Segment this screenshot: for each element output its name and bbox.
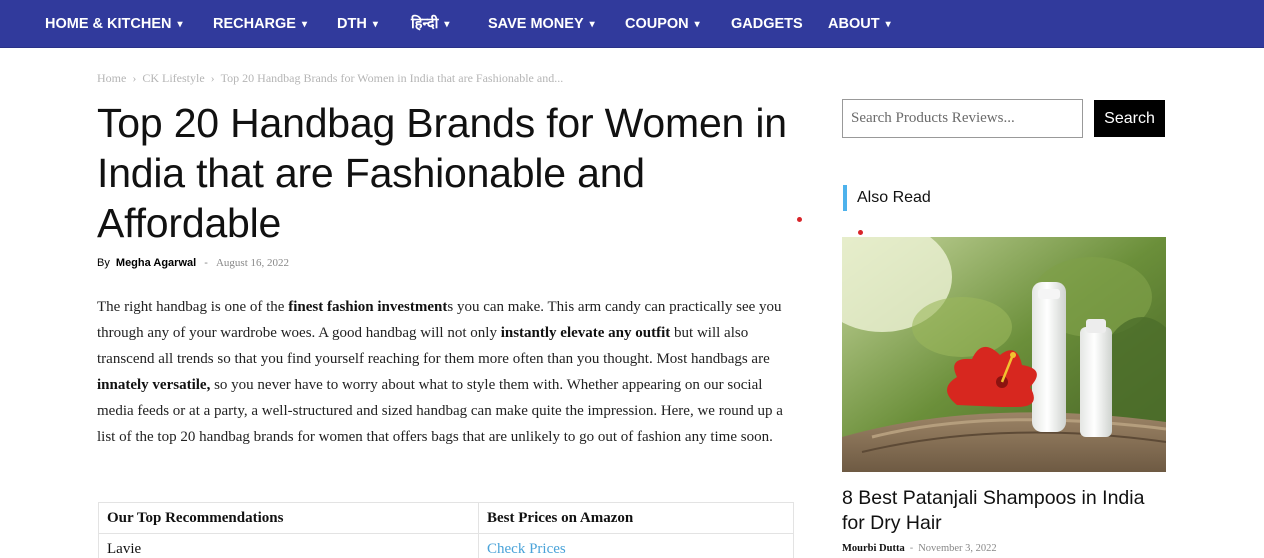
recommendations-table: Our Top Recommendations Best Prices on A…: [98, 502, 794, 558]
article-meta: By Megha Agarwal - August 16, 2022: [97, 257, 289, 269]
nav-item-coupon[interactable]: COUPON ▾: [625, 0, 700, 48]
nav-item-label: COUPON: [625, 16, 689, 32]
intro-bold-text: finest fashion investment: [288, 299, 448, 315]
intro-bold-text: innately versatile,: [97, 377, 211, 393]
breadcrumb-home-link[interactable]: Home: [97, 71, 126, 85]
nav-item-label: ABOUT: [828, 16, 880, 32]
page-title: Top 20 Handbag Brands for Women in India…: [97, 100, 787, 246]
chevron-down-icon: ▾: [694, 19, 700, 30]
table-header-row: Our Top Recommendations Best Prices on A…: [98, 502, 794, 534]
intro-text: The right handbag is one of the: [97, 299, 289, 315]
by-label: By: [97, 257, 110, 269]
nav-item-label: DTH: [337, 16, 367, 32]
nav-item-gadgets[interactable]: GADGETS: [731, 0, 803, 48]
table-row: Lavie Check Prices: [98, 533, 794, 558]
table-header-recommendations: Our Top Recommendations: [98, 502, 479, 534]
intro-bold-text: instantly elevate any outfit: [500, 325, 671, 341]
red-dot-marker: [797, 217, 802, 222]
chevron-down-icon: ▾: [372, 19, 378, 30]
breadcrumb-category-link[interactable]: CK Lifestyle: [142, 71, 204, 85]
also-read-accent-bar: [843, 185, 847, 211]
breadcrumb-separator: ›: [210, 71, 215, 85]
nav-item-label: हिन्दी: [411, 16, 439, 32]
also-read-heading: Also Read: [857, 189, 931, 206]
check-prices-link[interactable]: Check Prices: [478, 533, 794, 558]
nav-item-home-kitchen[interactable]: HOME & KITCHEN ▾: [45, 0, 183, 48]
search-button[interactable]: Search: [1094, 100, 1165, 137]
chevron-down-icon: ▾: [177, 19, 183, 30]
breadcrumb-current: Top 20 Handbag Brands for Women in India…: [220, 71, 564, 85]
meta-separator: -: [204, 257, 208, 269]
breadcrumb: Home › CK Lifestyle › Top 20 Handbag Brands …: [97, 71, 563, 87]
nav-item-label: GADGETS: [731, 16, 803, 32]
chevron-down-icon: ▾: [885, 19, 891, 30]
chevron-down-icon: ▾: [444, 19, 450, 30]
nav-item-recharge[interactable]: RECHARGE ▾: [213, 0, 307, 48]
publish-date: August 16, 2022: [215, 257, 290, 269]
shampoo-bottles-hibiscus-image: [842, 237, 1166, 472]
also-read-post-meta: Mourbi Dutta - November 3, 2022: [842, 542, 997, 554]
nav-item-about[interactable]: ABOUT ▾: [828, 0, 891, 48]
breadcrumb-separator: ›: [132, 71, 137, 85]
post-thumbnail-image[interactable]: [842, 237, 1166, 472]
nav-item-label: SAVE MONEY: [488, 16, 584, 32]
top-navigation-bar: HOME & KITCHEN ▾ RECHARGE ▾ DTH ▾ हिन्दी ▾ S…: [0, 0, 1264, 48]
post-date: November 3, 2022: [918, 543, 997, 554]
article-intro: The right handbag is one of the finest f…: [97, 294, 797, 450]
nav-item-hindi[interactable]: हिन्दी ▾: [411, 0, 449, 48]
chevron-down-icon: ▾: [301, 19, 308, 30]
table-header-prices: Best Prices on Amazon: [478, 502, 794, 534]
meta-separator: -: [909, 542, 914, 554]
red-dot-marker: [858, 230, 863, 235]
nav-item-label: HOME & KITCHEN: [45, 16, 172, 32]
nav-item-label: RECHARGE: [213, 16, 296, 32]
post-author-link[interactable]: Mourbi Dutta: [842, 543, 905, 554]
brand-name-cell: Lavie: [98, 533, 479, 558]
nav-item-save-money[interactable]: SAVE MONEY ▾: [488, 0, 595, 48]
author-link[interactable]: Megha Agarwal: [116, 257, 196, 269]
chevron-down-icon: ▾: [589, 19, 595, 30]
search-input[interactable]: [842, 99, 1083, 138]
also-read-post-title[interactable]: 8 Best Patanjali Shampoos in India for D…: [842, 486, 1166, 536]
nav-item-dth[interactable]: DTH ▾: [337, 0, 378, 48]
